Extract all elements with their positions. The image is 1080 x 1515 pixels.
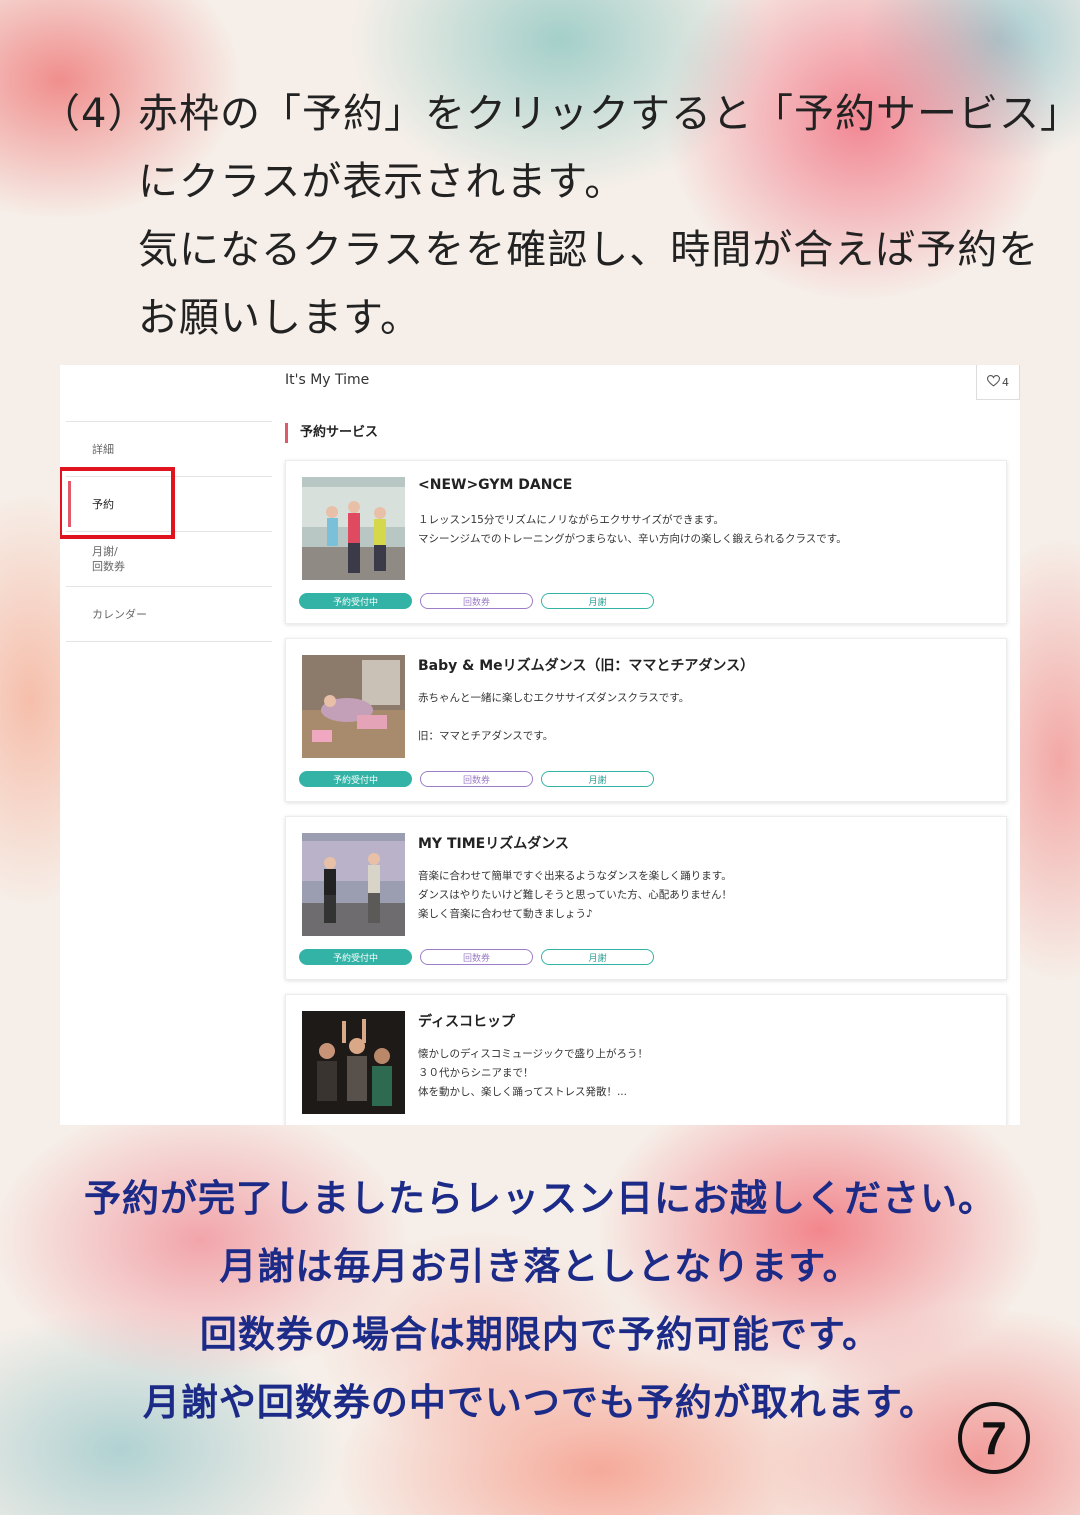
card-description: 赤ちゃんと一緒に楽しむエクササイズダンスクラスです。 旧：ママとチアダンスです。 bbox=[418, 692, 690, 742]
monthly-badge: 月謝 bbox=[541, 771, 654, 787]
class-photo bbox=[302, 477, 405, 580]
intro-line-3: 気になるクラスをを確認し、時間が合えば予約を bbox=[138, 227, 1040, 273]
coupon-badge: 回数券 bbox=[420, 771, 533, 787]
outro-line-2: 月謝は毎月お引き落としとなります。 bbox=[219, 1245, 861, 1288]
sidebar-item-calendar[interactable]: カレンダー bbox=[66, 587, 272, 642]
class-photo bbox=[302, 1011, 405, 1114]
status-badge: 予約受付中 bbox=[299, 949, 412, 965]
outro-line-1: 予約が完了しましたらレッスン日にお越しください。 bbox=[84, 1177, 996, 1220]
sidebar-item-monthly-coupon[interactable]: 月謝/ 回数券 bbox=[66, 532, 272, 587]
status-badge: 予約受付中 bbox=[299, 593, 412, 609]
coupon-badge: 回数券 bbox=[420, 593, 533, 609]
intro-line-4: お願いします。 bbox=[138, 295, 421, 341]
outro-line-4: 月謝や回数券の中でいつでも予約が取れます。 bbox=[142, 1381, 938, 1424]
card-title: MY TIMEリズムダンス bbox=[418, 836, 569, 852]
heart-icon bbox=[986, 374, 1001, 390]
reservation-highlight-box bbox=[60, 467, 175, 539]
service-card[interactable]: <NEW>GYM DANCE １レッスン15分でリズムにノリながらエクササイズが… bbox=[285, 460, 1007, 624]
favorite-button[interactable]: 4 bbox=[976, 365, 1020, 400]
booking-page-screenshot: It's My Time 4 詳細 予約 月謝/ 回数券 カレンダー 予約サービ… bbox=[60, 365, 1020, 1125]
card-tags: 予約受付中 回数券 月謝 bbox=[299, 949, 654, 965]
class-photo bbox=[302, 655, 405, 758]
intro-line-2: にクラスが表示されます。 bbox=[138, 159, 626, 205]
card-description: 懐かしのディスコミュージックで盛り上がろう！ ３０代からシニアまで！ 体を動かし… bbox=[418, 1048, 649, 1098]
status-badge: 予約受付中 bbox=[299, 771, 412, 787]
step-number: （4） bbox=[40, 91, 149, 137]
intro-line-1-text: 赤枠の「予約」をクリックすると「予約サービス」 bbox=[138, 91, 1080, 137]
card-description: 音楽に合わせて簡単ですぐ出来るようなダンスを楽しく踊ります。 ダンスはやりたいけ… bbox=[418, 870, 732, 920]
service-card[interactable]: MY TIMEリズムダンス 音楽に合わせて簡単ですぐ出来るようなダンスを楽しく踊… bbox=[285, 816, 1007, 980]
card-title: Baby & Meリズムダンス（旧：ママとチアダンス） bbox=[418, 658, 755, 674]
outro-text: 予約が完了しましたらレッスン日にお越しください。 月謝は毎月お引き落としとなりま… bbox=[0, 1165, 1080, 1437]
card-tags: 予約受付中 回数券 月謝 bbox=[299, 771, 654, 787]
card-description: １レッスン15分でリズムにノリながらエクササイズができます。 マシーンジムでのト… bbox=[418, 514, 847, 545]
service-card[interactable]: Baby & Meリズムダンス（旧：ママとチアダンス） 赤ちゃんと一緒に楽しむエ… bbox=[285, 638, 1007, 802]
coupon-badge: 回数券 bbox=[420, 949, 533, 965]
intro-line-1: （4）赤枠の「予約」をクリックすると「予約サービス」 bbox=[40, 80, 1080, 148]
intro-text: （4）赤枠の「予約」をクリックすると「予約サービス」 にクラスが表示されます。 … bbox=[40, 80, 1080, 352]
service-card[interactable]: ディスコヒップ 懐かしのディスコミュージックで盛り上がろう！ ３０代からシニアま… bbox=[285, 994, 1007, 1125]
card-title: ディスコヒップ bbox=[418, 1014, 516, 1030]
monthly-badge: 月謝 bbox=[541, 949, 654, 965]
card-tags: 予約受付中 回数券 月謝 bbox=[299, 593, 654, 609]
page-number: 7 bbox=[958, 1402, 1030, 1474]
monthly-badge: 月謝 bbox=[541, 593, 654, 609]
outro-line-3: 回数券の場合は期限内で予約可能です。 bbox=[199, 1313, 881, 1356]
section-title: 予約サービス bbox=[285, 423, 378, 443]
card-title: <NEW>GYM DANCE bbox=[418, 477, 573, 493]
class-photo bbox=[302, 833, 405, 936]
favorite-count: 4 bbox=[1002, 375, 1009, 389]
shop-title: It's My Time bbox=[285, 372, 370, 388]
